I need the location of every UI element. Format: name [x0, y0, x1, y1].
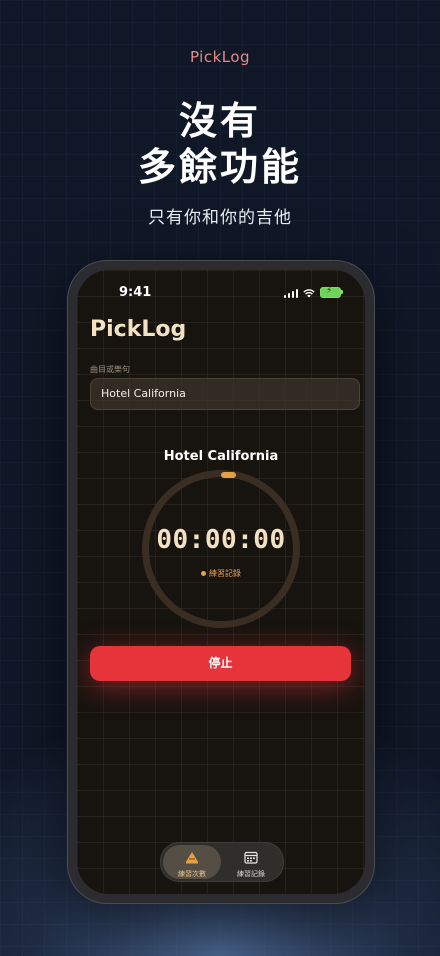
stop-button[interactable]: 停止	[90, 646, 351, 681]
search-label: 曲目或樂句	[90, 365, 130, 374]
wifi-icon	[303, 288, 315, 297]
status-bar: 9:41 ⚡	[77, 284, 365, 302]
brand-name: PickLog	[189, 48, 251, 66]
record-dot-icon	[201, 571, 206, 576]
tab-label: 練習次數	[178, 870, 206, 878]
app-title: PickLog	[90, 317, 187, 342]
status-icons: ⚡	[283, 286, 343, 298]
tab-practice-log[interactable]: 練習記錄	[222, 845, 280, 879]
subhead: 只有你和你的吉他	[148, 208, 292, 228]
phone-frame: 9:41 ⚡ PickLog 曲目或樂句 Hotel California Ho…	[67, 260, 375, 904]
timer-dial: 00:00:00 練習記錄	[142, 470, 300, 628]
song-input[interactable]: Hotel California	[90, 378, 360, 410]
status-time: 9:41	[119, 285, 152, 300]
record-indicator-label: 練習記錄	[209, 569, 241, 578]
tab-label: 練習記錄	[237, 870, 265, 878]
battery-icon: ⚡	[320, 286, 343, 298]
headline-line-1: 沒有	[178, 99, 261, 143]
tab-practice-count[interactable]: 練習次數	[163, 845, 221, 879]
headline-line-2: 多餘功能	[137, 145, 302, 189]
headline: 沒有 多餘功能	[0, 98, 440, 190]
tab-bar: 練習次數 練習記錄	[160, 842, 284, 882]
guitar-pick-icon	[163, 851, 221, 868]
timer-display: 00:00:00	[156, 525, 286, 555]
current-song-title: Hotel California	[163, 449, 279, 464]
calendar-icon	[222, 851, 280, 868]
record-indicator: 練習記錄	[149, 568, 293, 579]
signal-icon	[283, 288, 298, 298]
dial-progress-knob	[221, 472, 236, 478]
app-screen: 9:41 ⚡ PickLog 曲目或樂句 Hotel California Ho…	[77, 270, 365, 894]
